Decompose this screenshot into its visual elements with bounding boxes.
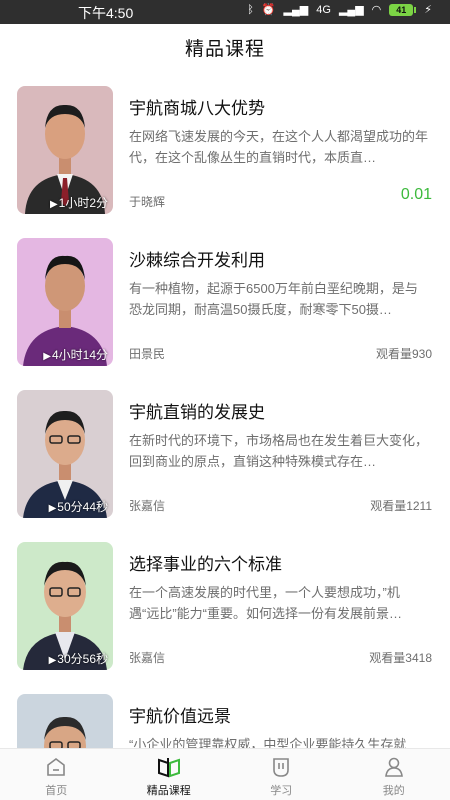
course-author: 张嘉信 [129, 499, 166, 513]
duration-label: ▶4小时14分 [43, 348, 108, 362]
course-thumbnail[interactable]: ▶30分56秒 [17, 542, 113, 670]
study-icon [225, 754, 338, 780]
user-icon [338, 754, 450, 780]
course-description: 有一种植物，起源于6500万年前白垩纪晚期，是与恐龙同期，耐高温50摄氏度，耐寒… [129, 281, 418, 317]
tab-courses[interactable]: 精品课程 [113, 749, 226, 800]
tab-home[interactable]: 首页 [0, 749, 113, 800]
course-title[interactable]: 宇航价值远景 [129, 702, 231, 727]
bottom-tab-bar: 首页 精品课程 学习 我的 [0, 748, 450, 800]
duration-label: ▶50分44秒 [48, 500, 108, 514]
course-title[interactable]: 宇航商城八大优势 [129, 94, 265, 119]
course-item[interactable]: ▶1小时2分 宇航商城八大优势 在网络飞速发展的今天，在这个人人都渴望成功的年代… [0, 76, 450, 228]
course-price: 0.01 [400, 186, 432, 203]
course-thumbnail[interactable]: ▶50分44秒 [17, 390, 113, 518]
course-views: 观看量930 [375, 347, 432, 361]
play-icon: ▶ [43, 351, 51, 362]
course-item[interactable]: 宇航价值远景 “小企业的管理靠权威，中型企业要能持久生存就 [0, 684, 450, 748]
course-author: 于晓辉 [129, 195, 166, 209]
status-bar: 下午4:50 ᛒ ⏰ ▂▄▆ 4G ▂▄▆ ◠ 41 ⚡ [0, 0, 450, 24]
play-icon: ▶ [48, 503, 57, 514]
charging-icon: ⚡ [424, 4, 432, 16]
course-thumbnail[interactable]: ▶4小时14分 [17, 238, 113, 366]
course-list[interactable]: ▶1小时2分 宇航商城八大优势 在网络飞速发展的今天，在这个人人都渴望成功的年代… [0, 76, 450, 748]
network-type: 4G [316, 3, 331, 16]
tab-label: 首页 [45, 785, 68, 797]
duration-label: ▶1小时2分 [49, 196, 108, 210]
course-views: 观看量3418 [369, 651, 432, 665]
course-thumbnail[interactable] [17, 694, 113, 748]
course-item[interactable]: ▶30分56秒 选择事业的六个标准 在一个高速发展的时代里，一个人要想成功，”机… [0, 532, 450, 684]
tab-mine[interactable]: 我的 [338, 749, 450, 800]
play-icon: ▶ [48, 655, 57, 666]
course-description: 在一个高速发展的时代里，一个人要想成功，”机遇“远比”能力“重要。如何选择一份有… [129, 585, 402, 621]
battery-icon: 41 [389, 3, 417, 16]
course-thumbnail[interactable]: ▶1小时2分 [17, 86, 113, 214]
page-header: 精品课程 [0, 24, 450, 76]
play-icon: ▶ [49, 199, 58, 210]
course-item[interactable]: ▶4小时14分 沙棘综合开发利用 有一种植物，起源于6500万年前白垩纪晚期，是… [0, 228, 450, 380]
alarm-icon: ⏰ [261, 4, 276, 16]
course-description: “小企业的管理靠权威，中型企业要能持久生存就 [129, 737, 407, 748]
tab-label: 学习 [270, 785, 293, 797]
course-author: 张嘉信 [129, 651, 166, 665]
course-title[interactable]: 宇航直销的发展史 [129, 398, 265, 423]
book-icon [113, 754, 226, 780]
tab-study[interactable]: 学习 [225, 749, 338, 800]
course-item[interactable]: ▶50分44秒 宇航直销的发展史 在新时代的环境下，市场格局也在发生着巨大变化，… [0, 380, 450, 532]
status-icons: ᛒ ⏰ ▂▄▆ 4G ▂▄▆ ◠ 41 ⚡ [247, 3, 432, 16]
home-icon [0, 754, 113, 780]
wifi-icon: ◠ [371, 4, 382, 16]
course-author: 田景民 [129, 347, 166, 361]
duration-label: ▶30分56秒 [48, 652, 108, 666]
status-time: 下午4:50 [78, 5, 134, 21]
battery-level: 41 [389, 3, 414, 16]
course-views: 观看量1211 [370, 499, 432, 513]
tab-label: 我的 [382, 785, 405, 797]
course-description: 在新时代的环境下，市场格局也在发生着巨大变化，回到商业的原点，直销这种特殊模式存… [129, 433, 429, 469]
course-description: 在网络飞速发展的今天，在这个人人都渴望成功的年代，在这个乱像丛生的直销时代，本质… [129, 129, 429, 165]
course-title[interactable]: 选择事业的六个标准 [129, 550, 282, 575]
signal-icon-2: ▂▄▆ [338, 4, 364, 16]
signal-icon: ▂▄▆ [283, 4, 309, 16]
course-title[interactable]: 沙棘综合开发利用 [129, 246, 265, 271]
bluetooth-icon: ᛒ [247, 3, 254, 16]
tab-label: 精品课程 [146, 785, 191, 797]
page-title: 精品课程 [184, 39, 265, 60]
